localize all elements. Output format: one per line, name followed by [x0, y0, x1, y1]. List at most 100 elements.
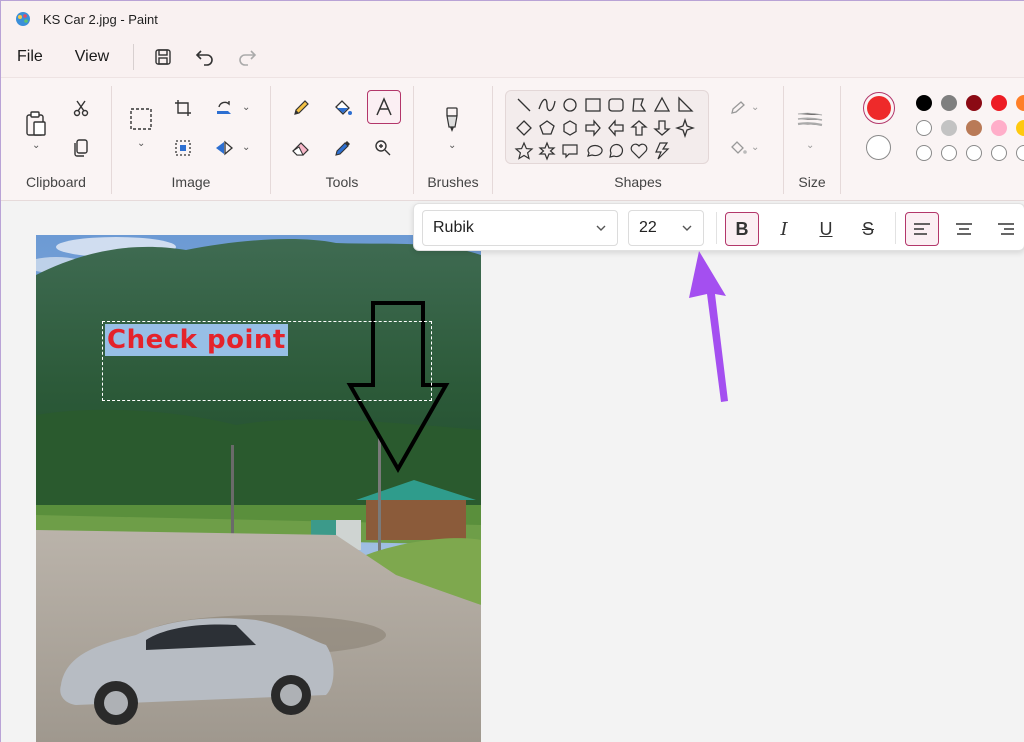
curve-shape-icon[interactable]	[537, 95, 557, 115]
align-center-button[interactable]	[947, 212, 981, 246]
four-point-star-shape-icon[interactable]	[675, 118, 695, 138]
bold-button[interactable]: B	[725, 212, 759, 246]
cut-button[interactable]	[65, 92, 97, 124]
color-swatch-white[interactable]	[916, 120, 932, 136]
underline-button[interactable]: U	[809, 212, 843, 246]
color-swatch-dark-red[interactable]	[966, 95, 982, 111]
right-triangle-shape-icon[interactable]	[675, 95, 695, 115]
canvas-image[interactable]	[36, 235, 481, 742]
line-shape-icon[interactable]	[514, 95, 534, 115]
oval-callout-shape-icon[interactable]	[583, 141, 603, 161]
pentagon-shape-icon[interactable]	[537, 118, 557, 138]
color-swatch-pink[interactable]	[991, 120, 1007, 136]
view-menu[interactable]: View	[59, 48, 125, 66]
lightning-shape-icon[interactable]	[652, 141, 672, 161]
triangle-shape-icon[interactable]	[652, 95, 672, 115]
color-swatch-gold[interactable]	[1016, 120, 1024, 136]
custom-color-slot[interactable]	[941, 145, 957, 161]
copy-button[interactable]	[65, 132, 97, 164]
diamond-shape-icon[interactable]	[514, 118, 534, 138]
text-a-icon	[376, 97, 392, 116]
toolbar-separator	[716, 212, 717, 244]
brushes-label: Brushes	[427, 174, 479, 190]
rotate-button[interactable]	[208, 92, 240, 124]
clipboard-group: ⌄ Clipboard	[1, 78, 111, 202]
select-dropdown-chevron-icon[interactable]: ⌄	[137, 138, 145, 149]
toolbar-separator	[895, 212, 896, 244]
tools-group: Tools	[271, 78, 413, 202]
landscape-photo	[36, 235, 481, 742]
align-left-button[interactable]	[905, 212, 939, 246]
eraser-tool[interactable]	[285, 132, 317, 164]
undo-button[interactable]	[188, 40, 222, 74]
shapes-label: Shapes	[614, 174, 662, 190]
fill-dropdown-chevron-icon[interactable]: ⌄	[751, 142, 759, 153]
rectangle-shape-icon[interactable]	[583, 95, 603, 115]
line-weight-icon	[797, 112, 823, 127]
color-swatch-gray[interactable]	[941, 95, 957, 111]
secondary-color-button[interactable]	[866, 135, 891, 160]
font-size-dropdown[interactable]: 22	[628, 210, 704, 246]
image-label: Image	[171, 174, 211, 190]
text-tool[interactable]	[367, 90, 401, 124]
crop-icon	[175, 100, 191, 116]
clipboard-label: Clipboard	[26, 174, 86, 190]
magnifier-tool[interactable]	[367, 132, 399, 164]
resize-button[interactable]	[167, 132, 199, 164]
paint-bucket-icon	[335, 100, 352, 115]
flip-icon	[216, 140, 233, 156]
italic-button[interactable]: I	[767, 212, 801, 246]
custom-color-slot[interactable]	[991, 145, 1007, 161]
right-arrow-shape-icon[interactable]	[583, 118, 603, 138]
color-swatch-light-gray[interactable]	[941, 120, 957, 136]
crop-button[interactable]	[167, 92, 199, 124]
fill-bucket-icon	[731, 141, 747, 154]
brushes-dropdown-chevron-icon[interactable]: ⌄	[448, 140, 456, 151]
text-format-toolbar: Rubik 22 B I U S	[413, 203, 1024, 251]
custom-color-slot[interactable]	[966, 145, 982, 161]
select-button[interactable]	[124, 102, 158, 136]
size-dropdown-chevron-icon[interactable]: ⌄	[806, 140, 814, 151]
color-swatch-brown[interactable]	[966, 120, 982, 136]
down-arrow-shape-icon[interactable]	[652, 118, 672, 138]
left-arrow-shape-icon[interactable]	[606, 118, 626, 138]
save-button[interactable]	[146, 40, 180, 74]
custom-color-slot[interactable]	[916, 145, 932, 161]
outline-dropdown-chevron-icon[interactable]: ⌄	[751, 102, 759, 113]
rounded-rectangle-shape-icon[interactable]	[606, 95, 626, 115]
redo-button[interactable]	[230, 40, 264, 74]
up-arrow-shape-icon[interactable]	[629, 118, 649, 138]
zoom-in-icon	[375, 140, 391, 156]
flip-dropdown-chevron-icon[interactable]: ⌄	[242, 142, 250, 153]
redo-icon	[239, 50, 257, 66]
size-button[interactable]	[794, 104, 826, 136]
rectangular-callout-shape-icon[interactable]	[560, 141, 580, 161]
round-callout-shape-icon[interactable]	[606, 141, 626, 161]
title-bar: KS Car 2.jpg - Paint	[1, 1, 1024, 37]
outline-pen-icon	[731, 101, 745, 114]
font-family-dropdown[interactable]: Rubik	[422, 210, 618, 246]
five-point-star-shape-icon[interactable]	[514, 141, 534, 161]
paste-dropdown-chevron-icon[interactable]: ⌄	[32, 140, 40, 151]
file-menu[interactable]: File	[1, 48, 59, 66]
color-swatch-black[interactable]	[916, 95, 932, 111]
heart-shape-icon[interactable]	[629, 141, 649, 161]
polygon-shape-icon[interactable]	[629, 95, 649, 115]
strikethrough-button[interactable]: S	[851, 212, 885, 246]
color-swatch-red[interactable]	[991, 95, 1007, 111]
hexagon-shape-icon[interactable]	[560, 118, 580, 138]
rotate-dropdown-chevron-icon[interactable]: ⌄	[242, 102, 250, 113]
oval-shape-icon[interactable]	[560, 95, 580, 115]
fill-tool[interactable]	[327, 92, 359, 124]
pencil-tool[interactable]	[285, 92, 317, 124]
selection-rectangle-icon	[130, 108, 152, 130]
color-picker-tool[interactable]	[327, 132, 359, 164]
brushes-button[interactable]	[436, 104, 468, 136]
six-point-star-shape-icon[interactable]	[537, 141, 557, 161]
flip-button[interactable]	[208, 132, 240, 164]
canvas-text[interactable]: Check point	[105, 324, 288, 356]
color-swatch-orange[interactable]	[1016, 95, 1024, 111]
custom-color-slot[interactable]	[1016, 145, 1024, 161]
align-right-button[interactable]	[989, 212, 1023, 246]
primary-color-button[interactable]	[863, 92, 895, 124]
